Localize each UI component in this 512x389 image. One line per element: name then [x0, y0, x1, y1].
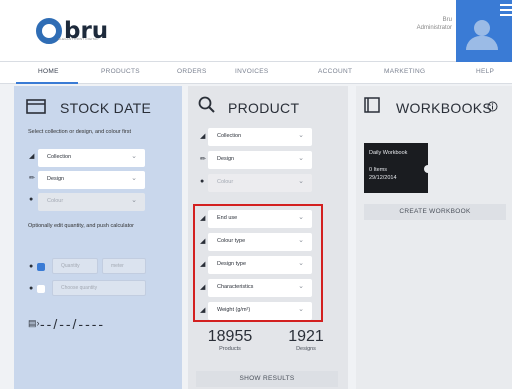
chevron-down-icon: ⌄ [298, 155, 304, 162]
chevron-down-icon: ⌄ [131, 175, 137, 182]
app-header: bru ELEGANT PRINT DIGITAL Bru Administra… [0, 0, 512, 62]
menu-icon[interactable] [500, 4, 512, 19]
workbooks-panel [356, 86, 512, 389]
nav-active-indicator [16, 82, 78, 84]
bullet-icon: ● [29, 285, 34, 292]
product-design-select[interactable]: Design ⌄ [208, 151, 312, 169]
show-results-button[interactable]: SHOW RESULTS [196, 371, 338, 387]
card-notch [424, 165, 432, 173]
workbooks-title: WORKBOOKS [396, 100, 493, 116]
create-workbook-button[interactable]: CREATE WORKBOOK [364, 204, 506, 220]
products-count: 18955 [207, 328, 253, 345]
main-nav: HOME PRODUCTS ORDERS INVOICES ACCOUNT MA… [0, 62, 512, 84]
stock-date-title: STOCK DATE [60, 100, 152, 116]
product-collection-select[interactable]: Collection ⌄ [208, 128, 312, 146]
choose-quantity-input[interactable]: Choose quantity [52, 280, 146, 296]
product-colour-select[interactable]: Colour ⌄ [208, 174, 312, 192]
search-icon [198, 96, 215, 113]
quantity-hint: Optionally edit quantity, and push calcu… [28, 223, 134, 229]
stock-collection-select[interactable]: Collection ⌄ [38, 149, 145, 167]
filter-highlight-box [193, 204, 323, 322]
workbook-card-date: 29/12/2014 [369, 175, 397, 181]
nav-account[interactable]: ACCOUNT [318, 68, 352, 75]
tag-icon: ◢ [200, 133, 206, 140]
calendar-icon [26, 99, 46, 114]
nav-invoices[interactable]: INVOICES [235, 68, 268, 75]
quantity-input[interactable]: Quantity [52, 258, 98, 274]
avatar-head-icon [474, 20, 490, 36]
drop-icon: ● [200, 178, 205, 185]
nav-marketing[interactable]: MARKETING [384, 68, 425, 75]
stock-colour-select[interactable]: Colour ⌄ [38, 193, 145, 211]
choose-quantity-checkbox[interactable] [37, 285, 45, 293]
designs-count: 1921 [288, 328, 324, 345]
meter-input[interactable]: meter [102, 258, 146, 274]
pencil-icon: ✏ [200, 156, 206, 163]
user-role: Administrator [416, 25, 452, 31]
avatar-body-icon [466, 36, 498, 50]
stock-hint: Select collection or design, and colour … [28, 129, 132, 135]
user-name: Bru [442, 17, 452, 23]
logo-tagline: ELEGANT PRINT DIGITAL [58, 37, 99, 41]
workbook-icon [364, 97, 380, 113]
nav-orders[interactable]: ORDERS [177, 68, 207, 75]
quantity-checkbox[interactable] [37, 263, 45, 271]
products-label: Products [219, 346, 241, 352]
nav-products[interactable]: PRODUCTS [101, 68, 140, 75]
stock-date-value: --/--/---- [40, 316, 106, 332]
workbook-card-name: Daily Workbook [369, 150, 408, 156]
tag-icon: ◢ [29, 153, 35, 160]
chevron-down-icon: ⌄ [298, 132, 304, 139]
chevron-down-icon: ⌄ [131, 153, 137, 160]
user-avatar[interactable] [456, 0, 512, 62]
nav-help[interactable]: HELP [476, 68, 494, 75]
designs-label: Designs [296, 346, 316, 352]
drop-icon: ● [29, 196, 34, 203]
info-icon[interactable] [487, 101, 498, 112]
chevron-down-icon: ⌄ [131, 197, 137, 204]
nav-home[interactable]: HOME [38, 68, 59, 75]
stock-design-select[interactable]: Design ⌄ [38, 171, 145, 189]
pencil-icon: ✏ [29, 175, 35, 182]
calendar-arrow-icon[interactable]: ▤› [28, 318, 40, 329]
bullet-icon: ● [29, 263, 34, 270]
workbook-card[interactable]: Daily Workbook 0 Items 29/12/2014 [364, 143, 432, 193]
workbook-card-items: 0 Items [369, 167, 388, 173]
chevron-down-icon: ⌄ [298, 178, 304, 185]
product-title: PRODUCT [228, 100, 300, 116]
